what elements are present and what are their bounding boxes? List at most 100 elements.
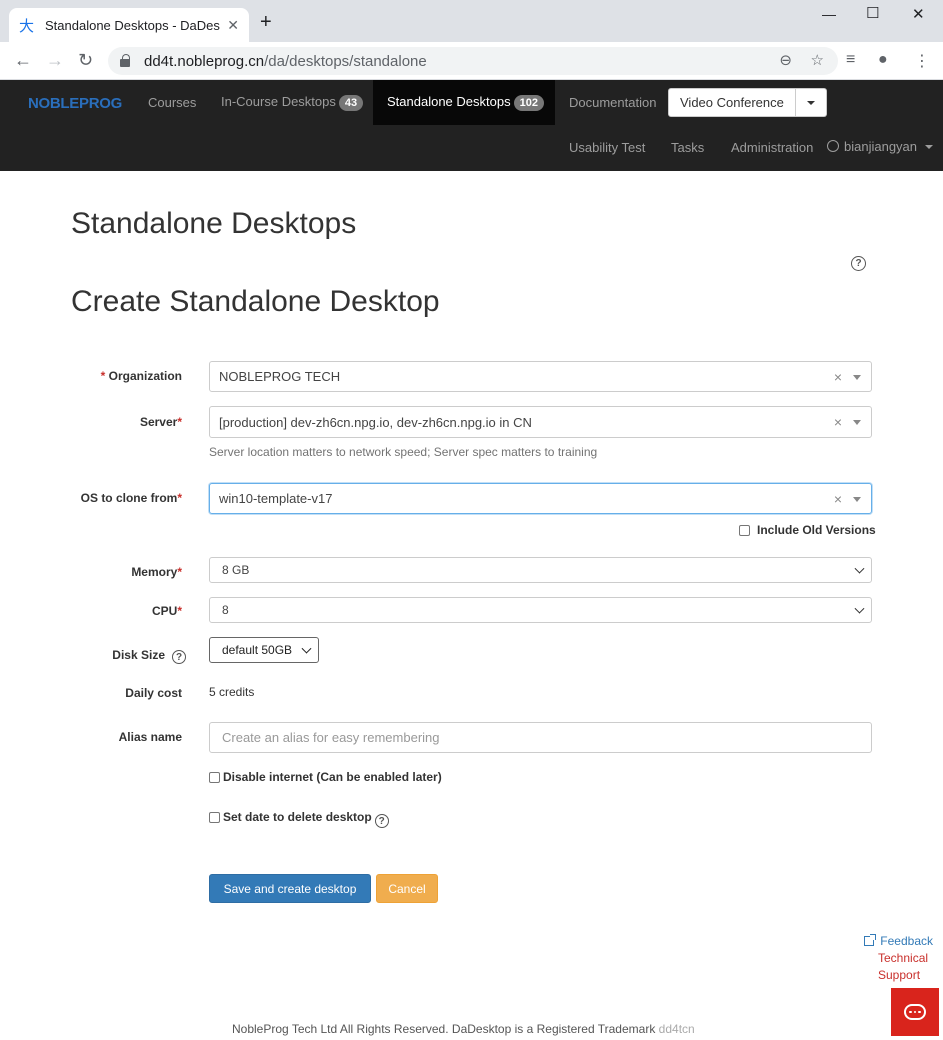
forward-icon[interactable]: → [46,50,64,70]
server-value: [production] dev-zh6cn.npg.io, dev-zh6cn… [219,414,532,430]
disable-internet-option[interactable]: Disable internet (Can be enabled later) [209,770,442,784]
organization-select[interactable]: NOBLEPROG TECH × [209,361,872,392]
memory-chevron-icon [854,563,865,574]
form-title: Create Standalone Desktop [71,285,440,318]
nav-standalone-label: Standalone Desktops [387,94,511,109]
caret-down-icon [806,100,815,105]
nav-tasks[interactable]: Tasks [671,140,704,155]
os-label: OS to clone from* [80,491,182,505]
profile-icon[interactable]: ● [878,51,888,69]
disk-size-value: default 50GB [222,643,293,657]
in-course-count-badge: 43 [338,95,364,111]
memory-label: Memory* [131,565,182,579]
technical-support-link[interactable]: Technical Support [878,950,938,984]
delete-date-help-icon[interactable]: ? [374,814,389,828]
organization-label: * Organization [100,369,182,383]
organization-arrow-icon [853,374,861,380]
close-tab-icon[interactable]: ✕ [227,17,239,34]
reload-icon[interactable]: ↻ [78,50,93,70]
organization-clear-icon[interactable]: × [834,369,842,385]
browser-menu-icon[interactable]: ⋮ [914,51,930,71]
disk-help-icon[interactable]: ? [172,650,186,664]
maximize-icon[interactable]: ☐ [866,4,879,22]
user-caret-icon [924,145,933,149]
memory-select[interactable]: 8 GB [209,557,872,583]
back-icon[interactable]: ← [14,50,32,70]
feedback-label: Feedback [880,934,933,948]
daily-cost-value: 5 credits [209,685,255,699]
include-old-checkbox[interactable] [739,524,750,536]
user-menu[interactable]: bianjiangyan [827,139,933,154]
new-tab-icon[interactable]: + [260,12,272,32]
nav-usability-test[interactable]: Usability Test [569,140,645,155]
media-queue-icon[interactable]: ≡ [846,51,855,69]
cpu-label: CPU* [151,604,182,618]
close-window-icon[interactable]: ✕ [912,5,925,23]
os-clear-icon[interactable]: × [834,491,842,507]
alias-input[interactable]: Create an alias for easy remembering [209,722,872,753]
server-arrow-icon [853,420,861,425]
server-help-text: Server location matters to network speed… [209,445,598,459]
zoom-icon[interactable]: ⊖ [779,51,792,69]
lock-icon [120,53,130,67]
os-arrow-icon [853,496,861,502]
standalone-count-badge: 102 [513,95,544,111]
disable-internet-checkbox[interactable] [209,771,220,783]
server-clear-icon[interactable]: × [834,414,842,430]
brand-logo[interactable]: NOBLEPROG [28,95,122,112]
address-bar[interactable]: dd4t.nobleprog.cn/da/desktops/standalone… [108,47,838,75]
server-select[interactable]: [production] dev-zh6cn.npg.io, dev-zh6cn… [209,406,872,438]
footer-text: NobleProg Tech Ltd All Rights Reserved. … [232,1022,656,1036]
nav-administration[interactable]: Administration [731,140,813,155]
user-icon [827,140,839,152]
nav-courses[interactable]: Courses [148,95,196,110]
url-path: /da/desktops/standalone [264,52,427,70]
browser-tabstrip: 大 Standalone Desktops - DaDesktop ✕ + — … [0,0,943,42]
alias-label: Alias name [118,730,182,744]
footer: NobleProg Tech Ltd All Rights Reserved. … [232,1022,695,1036]
os-value: win10-template-v17 [219,491,333,506]
username: bianjiangyan [844,139,918,154]
app-navbar: NOBLEPROG Courses In-Course Desktops 43 S… [0,80,943,171]
video-conference-button[interactable]: Video Conference [668,88,796,117]
cpu-select[interactable]: 8 [209,597,872,623]
chat-button[interactable] [891,988,939,1036]
tab-title: Standalone Desktops - DaDesktop [45,17,220,33]
page-title: Standalone Desktops [71,207,357,240]
chat-icon [904,1004,926,1020]
nav-standalone-desktops[interactable]: Standalone Desktops 102 [387,94,544,111]
alias-placeholder: Create an alias for easy remembering [222,730,440,745]
server-label: Server* [139,415,182,429]
save-create-button[interactable]: Save and create desktop [209,874,371,903]
cpu-value: 8 [222,603,229,617]
page-help-icon[interactable]: ? [851,256,866,271]
include-old-versions[interactable]: Include Old Versions [739,523,876,537]
disk-chevron-icon [301,643,312,654]
nav-documentation[interactable]: Documentation [569,95,656,110]
browser-toolbar: ← → ↻ dd4t.nobleprog.cn/da/desktops/stan… [0,42,943,80]
disable-internet-label: Disable internet (Can be enabled later) [223,770,442,784]
url-host: dd4t.nobleprog.cn [144,52,265,70]
favicon-icon: 大 [19,16,35,35]
disk-size-label: Disk Size ? [112,646,186,664]
memory-value: 8 GB [222,563,250,577]
external-link-icon [864,934,877,946]
disk-size-select[interactable]: default 50GB [209,637,319,663]
daily-cost-label: Daily cost [125,686,182,700]
minimize-icon[interactable]: — [822,6,836,22]
nav-in-course-desktops[interactable]: In-Course Desktops 43 [221,94,364,111]
organization-value: NOBLEPROG TECH [219,369,341,384]
set-delete-date-option[interactable]: Set date to delete desktop ? [209,806,389,828]
video-conference-group: Video Conference [668,88,827,117]
video-conference-dropdown[interactable] [795,88,827,117]
cpu-chevron-icon [854,603,865,614]
set-delete-date-checkbox[interactable] [209,811,220,823]
os-select[interactable]: win10-template-v17 × [209,483,872,514]
set-delete-date-label: Set date to delete desktop [223,810,372,824]
cancel-button[interactable]: Cancel [376,874,438,903]
bookmark-star-icon[interactable]: ☆ [811,51,824,69]
browser-tab[interactable]: 大 Standalone Desktops - DaDesktop ✕ [9,8,249,42]
include-old-label: Include Old Versions [757,523,876,537]
nav-in-course-label: In-Course Desktops [221,94,336,109]
feedback-link[interactable]: Feedback [864,934,933,948]
